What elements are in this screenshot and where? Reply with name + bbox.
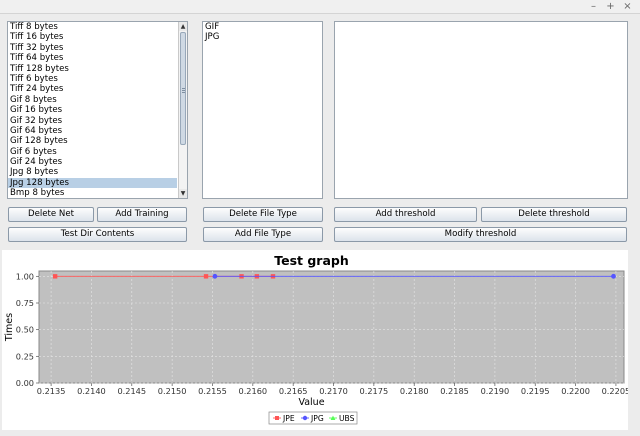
y-axis-label: Times (4, 313, 15, 342)
x-tick-label: 0.2135 (37, 386, 66, 396)
list-item[interactable]: Bmp 8 bytes (8, 188, 177, 198)
data-point-jpg (611, 273, 616, 279)
list-item[interactable]: Jpg 128 bytes (8, 177, 177, 189)
x-tick-label: 0.2175 (360, 386, 389, 396)
list-item[interactable]: Tiff 24 bytes (8, 84, 177, 94)
x-tick-label: 0.2190 (481, 386, 510, 396)
x-tick-label: 0.2160 (238, 386, 267, 396)
window-controls: – + × (589, 0, 632, 14)
list-item[interactable]: Gif 8 bytes (8, 95, 177, 105)
test-graph-panel: 0.2135 0.2140 0.2145 0.2150 0.2155 0.2160 0.21… (2, 250, 628, 430)
y-tick-label: 0.75 (16, 298, 34, 308)
scroll-down-icon[interactable]: ▼ (179, 189, 187, 198)
modify-threshold-button[interactable]: Modify threshold (334, 227, 627, 242)
test-graph-chart: 0.2135 0.2140 0.2145 0.2150 0.2155 0.2160 0.21… (4, 253, 628, 425)
add-training-button[interactable]: Add Training (97, 207, 187, 222)
list-item[interactable]: Gif 128 bytes (8, 136, 177, 146)
y-tick-label: 0.25 (16, 351, 34, 361)
list-item[interactable]: Tiff 6 bytes (8, 74, 177, 84)
scroll-up-icon[interactable]: ▲ (179, 22, 187, 31)
legend-marker-jpe (275, 416, 279, 420)
threshold-list[interactable] (334, 21, 628, 199)
add-threshold-button[interactable]: Add threshold (334, 207, 477, 222)
grip-icon (182, 88, 185, 89)
add-file-type-button[interactable]: Add File Type (203, 227, 323, 242)
data-point-jpe (52, 274, 58, 279)
list-item[interactable]: Gif 32 bytes (8, 116, 177, 126)
x-tick-label: 0.2200 (561, 386, 590, 396)
list-item[interactable]: Tiff 128 bytes (8, 64, 177, 74)
data-point-jpe (203, 274, 209, 279)
x-tick-label: 0.2195 (521, 386, 550, 396)
list-item[interactable]: Gif 24 bytes (8, 157, 177, 167)
list-item[interactable]: Gif 6 bytes (8, 147, 177, 157)
legend-label-ubs: UBS (339, 414, 355, 423)
y-tick-label: 1.00 (16, 271, 34, 281)
maximize-icon[interactable]: + (606, 0, 615, 14)
list-item[interactable]: Tiff 16 bytes (8, 32, 177, 42)
y-tick-label: 0.00 (16, 378, 34, 388)
data-point-jpg (212, 273, 218, 279)
list-item[interactable]: Jpg 8 bytes (8, 167, 177, 177)
plot-background (38, 270, 625, 384)
x-tick-label: 0.2140 (77, 386, 106, 396)
legend-label-jpe: JPE (282, 414, 295, 423)
chart-title: Test graph (274, 253, 349, 268)
net-list[interactable]: Tiff 8 bytes Tiff 16 bytes Tiff 32 bytes Ti… (7, 21, 188, 199)
x-axis-label: Value (298, 397, 324, 408)
x-tick-label: 0.2150 (158, 386, 187, 396)
delete-file-type-button[interactable]: Delete File Type (203, 207, 323, 222)
list-item[interactable]: Gif 64 bytes (8, 126, 177, 136)
x-tick-label: 0.2155 (198, 386, 227, 396)
minimize-icon[interactable]: – (589, 0, 598, 14)
list-item[interactable]: GIF (203, 22, 322, 32)
list-item[interactable]: JPG (203, 32, 322, 42)
legend-marker-jpg (302, 415, 308, 421)
net-list-items: Tiff 8 bytes Tiff 16 bytes Tiff 32 bytes Ti… (8, 22, 177, 198)
x-tick-label: 0.2205 (602, 386, 628, 396)
x-tick-label: 0.2170 (319, 386, 348, 396)
list-item[interactable]: Tiff 64 bytes (8, 53, 177, 63)
x-tick-label: 0.2180 (400, 386, 429, 396)
net-list-scrollbar[interactable]: ▲ ▼ (178, 22, 187, 198)
delete-threshold-button[interactable]: Delete threshold (481, 207, 627, 222)
scroll-thumb[interactable] (180, 32, 186, 145)
x-tick-label: 0.2185 (440, 386, 469, 396)
legend-label-jpg: JPG (310, 414, 324, 423)
file-type-items: GIF JPG (203, 22, 322, 43)
x-tick-label: 0.2145 (117, 386, 146, 396)
file-type-list[interactable]: GIF JPG (202, 21, 323, 199)
close-icon[interactable]: × (623, 0, 632, 14)
list-item[interactable]: Tiff 32 bytes (8, 43, 177, 53)
list-item[interactable]: Gif 16 bytes (8, 105, 177, 115)
test-dir-contents-button[interactable]: Test Dir Contents (8, 227, 187, 242)
y-tick-label: 0.50 (16, 325, 34, 335)
x-tick-label: 0.2165 (279, 386, 308, 396)
delete-net-button[interactable]: Delete Net (8, 207, 94, 222)
list-item[interactable]: Tiff 8 bytes (8, 22, 177, 32)
window-titlebar: – + × (0, 0, 640, 14)
